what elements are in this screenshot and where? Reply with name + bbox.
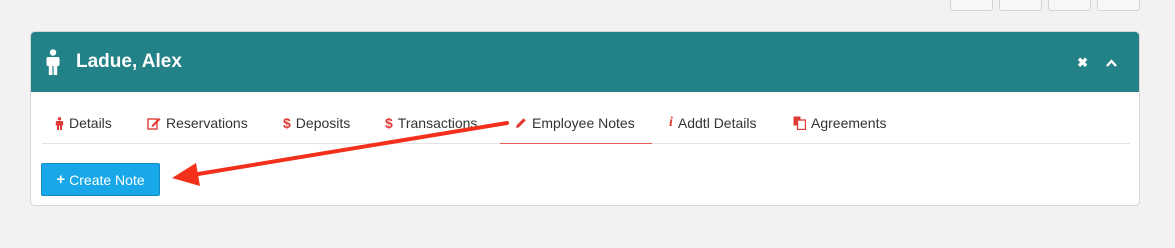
create-note-label: Create Note (69, 171, 145, 188)
tab-label: Agreements (811, 115, 887, 131)
tab-reservations[interactable]: Reservations (147, 102, 248, 144)
chevron-up-icon[interactable] (1106, 56, 1117, 69)
toolbar-button[interactable] (999, 0, 1042, 11)
employee-panel: Ladue, Alex ✖ Details Reservations $ Dep… (30, 31, 1140, 206)
create-note-button[interactable]: + Create Note (41, 163, 160, 196)
tab-deposits[interactable]: $ Deposits (283, 102, 350, 144)
tab-label: Addtl Details (677, 115, 757, 131)
header-controls: ✖ (1077, 32, 1117, 92)
tab-label: Deposits (295, 115, 351, 131)
person-icon (55, 116, 64, 130)
info-icon: i (669, 115, 673, 130)
person-icon (45, 49, 61, 75)
tab-transactions[interactable]: $ Transactions (385, 102, 477, 144)
tab-label: Reservations (166, 115, 248, 131)
toolbar-button[interactable] (1048, 0, 1091, 11)
dollar-icon: $ (283, 115, 291, 131)
tab-label: Details (69, 115, 112, 131)
page-title: Ladue, Alex (76, 51, 182, 72)
tab-label: Transactions (397, 115, 478, 131)
close-icon[interactable]: ✖ (1077, 56, 1088, 69)
toolbar-button[interactable] (1097, 0, 1140, 11)
tab-agreements[interactable]: Agreements (793, 102, 886, 144)
dollar-icon: $ (385, 115, 393, 131)
documents-icon (793, 116, 806, 130)
tab-label: Employee Notes (532, 114, 635, 131)
tab-details[interactable]: Details (55, 102, 112, 144)
top-toolbar (950, 0, 1140, 11)
panel-header: Ladue, Alex ✖ (31, 32, 1139, 92)
tab-employee-notes[interactable]: Employee Notes (500, 102, 652, 144)
edit-icon (147, 117, 161, 130)
pencil-icon (515, 117, 527, 129)
tab-bar: Details Reservations $ Deposits $ Transa… (42, 102, 1130, 144)
tab-addtl-details[interactable]: i Addtl Details (669, 102, 756, 144)
toolbar-button[interactable] (950, 0, 993, 11)
plus-icon: + (56, 171, 66, 188)
